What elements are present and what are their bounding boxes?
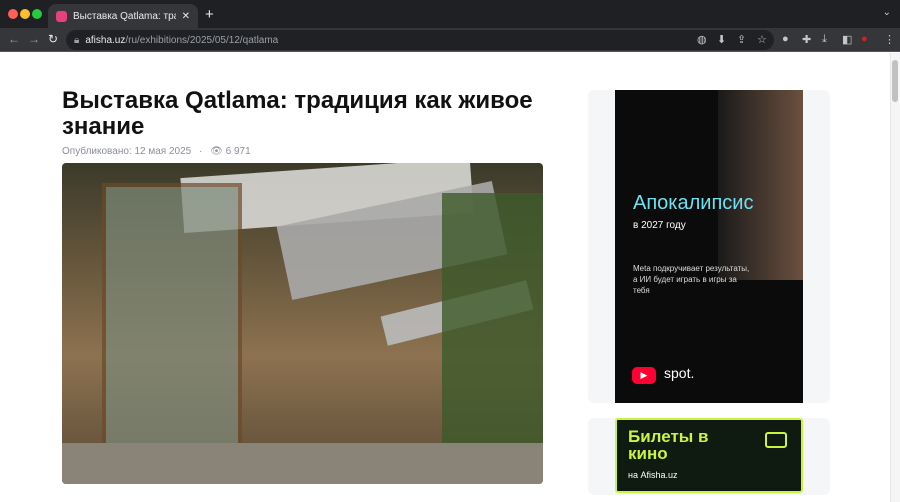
spot-ad-banner[interactable]: Апокалипсис в 2027 году Meta подкручивае… [615, 90, 803, 403]
view-count: 6 971 [225, 146, 251, 157]
extension-icon[interactable]: ◍ [697, 33, 707, 46]
globe-icon[interactable]: ● [782, 33, 789, 45]
article-photo [62, 163, 543, 484]
url-path: /ru/exhibitions/2025/05/12/qatlama [125, 34, 279, 46]
lock-icon: 🔒︎ [74, 34, 80, 46]
close-tab-icon[interactable]: ✕ [182, 11, 190, 22]
ad-headline: Апокалипсис [633, 192, 754, 214]
back-icon[interactable]: ← [8, 32, 20, 46]
url-domain: afisha.uz [85, 34, 126, 46]
ad-subheadline: на Afisha.uz [628, 470, 678, 480]
star-icon[interactable]: ☆ [757, 33, 767, 46]
puzzle-icon[interactable]: ✚ [802, 33, 811, 46]
address-bar[interactable]: 🔒︎ afisha.uz /ru/exhibitions/2025/05/12/… [66, 30, 774, 50]
scrollbar[interactable] [890, 53, 900, 502]
browser-toolbar: ← → ↻ 🔒︎ afisha.uz /ru/exhibitions/2025/… [0, 28, 900, 52]
cinema-tickets-ad[interactable]: Билеты в кино на Afisha.uz [615, 418, 803, 493]
play-icon: ▶ [632, 367, 656, 384]
share-icon[interactable]: ⇪ [737, 33, 746, 46]
ad-brand: spot. [664, 365, 695, 381]
tab-search-chevron-icon[interactable]: ⌄ [883, 7, 891, 18]
publish-date: Опубликовано: 12 мая 2025 [62, 146, 192, 157]
article-title: Выставка Qatlama: традиция как живое зна… [62, 87, 533, 140]
menu-icon[interactable]: ⋮ [884, 33, 895, 46]
favicon-icon [56, 10, 67, 22]
minimize-window-button[interactable] [20, 9, 30, 19]
download-icon[interactable]: ⤓ [822, 33, 827, 46]
profile-icon[interactable]: ● [861, 33, 868, 45]
forward-icon[interactable]: → [28, 32, 40, 46]
ticket-icon [765, 432, 787, 448]
ad-subheadline: в 2027 году [633, 220, 686, 231]
scrollbar-thumb[interactable] [892, 60, 898, 102]
sidepanel-icon[interactable]: ◧ [842, 33, 852, 46]
tab-title: Выставка Qatlama: традиция как живое зна… [73, 10, 176, 22]
ad-headline: Билеты в кино [628, 427, 709, 463]
install-icon[interactable]: ⬇ [717, 33, 726, 46]
ad-description: Meta подкручивает результаты, а ИИ будет… [633, 264, 750, 295]
eye-icon: 👁︎ [210, 146, 223, 157]
tab-bar: Выставка Qatlama: традиция как живое зна… [0, 0, 900, 28]
article-meta: Опубликовано: 12 мая 2025 · 👁︎ 6 971 [62, 146, 251, 157]
maximize-window-button[interactable] [32, 9, 42, 19]
new-tab-button[interactable]: + [205, 6, 214, 23]
browser-tab[interactable]: Выставка Qatlama: традиция как живое зна… [48, 4, 198, 28]
close-window-button[interactable] [8, 9, 18, 19]
reload-icon[interactable]: ↻ [48, 32, 58, 46]
